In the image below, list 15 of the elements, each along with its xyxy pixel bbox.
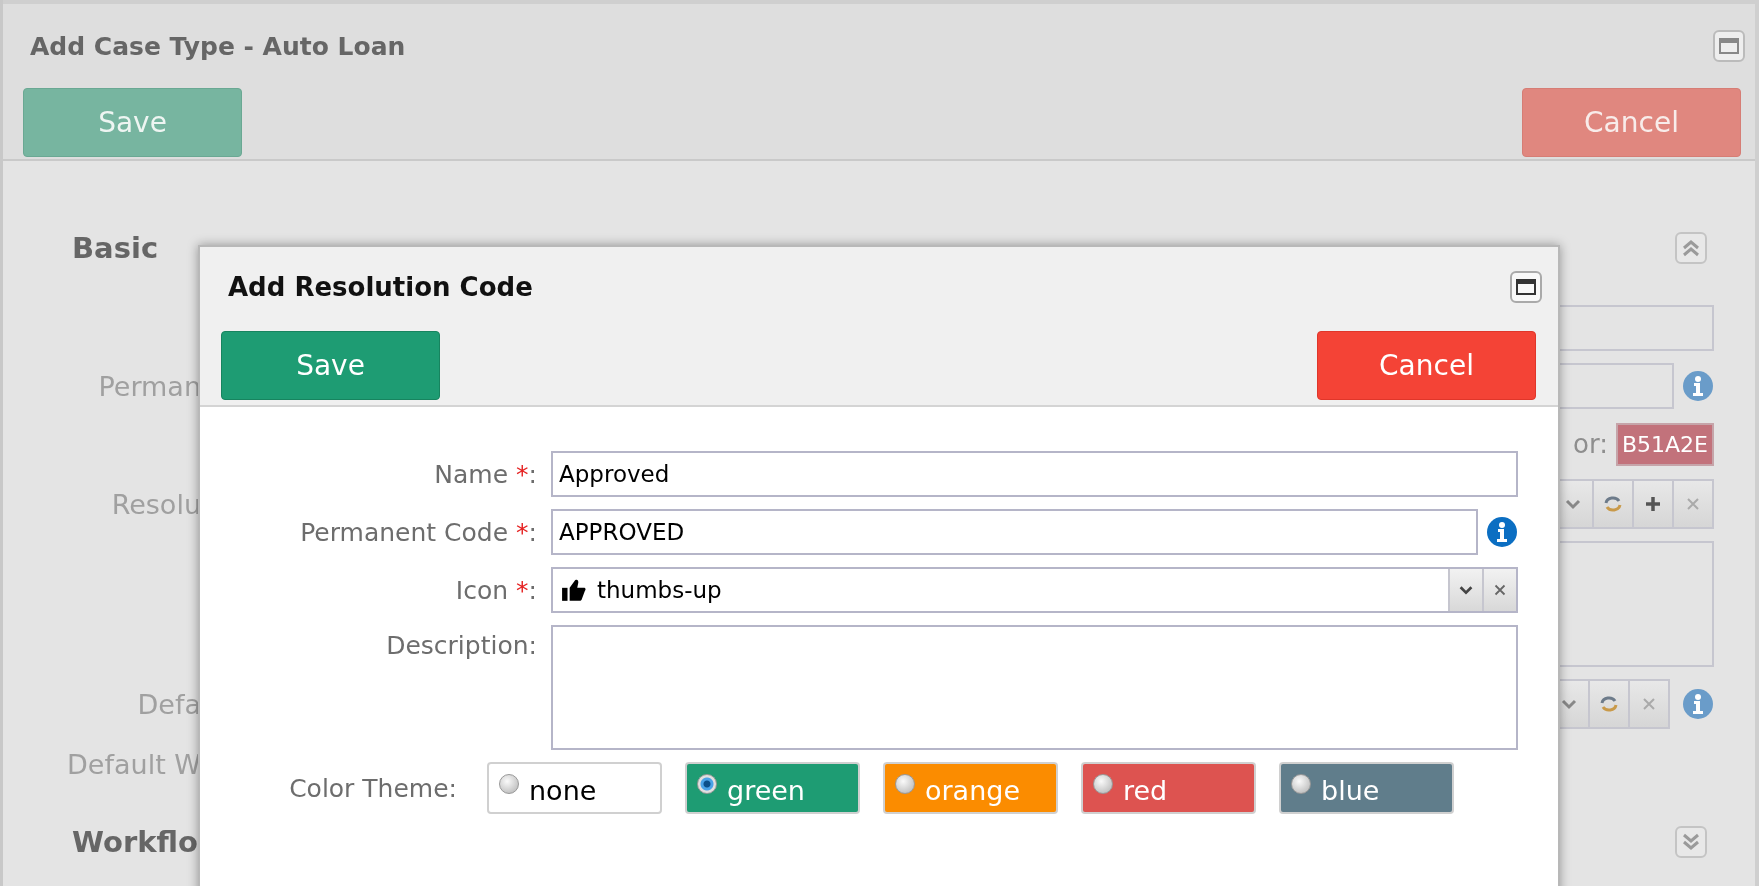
field-label: Defa xyxy=(137,688,201,720)
selected-value: thumbs-up xyxy=(597,577,723,603)
section-title: Basic xyxy=(72,231,159,265)
field-label: Icon *: xyxy=(454,575,538,605)
field-label: Name *: xyxy=(433,459,538,489)
field-label: Description: xyxy=(385,630,538,660)
field-label: Resolu xyxy=(111,488,201,520)
field-label: Default W xyxy=(67,748,201,780)
page-title: Add Case Type - Auto Loan xyxy=(30,31,406,61)
dialog-title: Add Resolution Code xyxy=(228,272,533,302)
section-title: Workflo xyxy=(72,825,198,859)
field-label: Permanent Code *: xyxy=(299,517,538,547)
field-label: Color Theme: xyxy=(288,773,458,803)
field-label: or: xyxy=(1573,429,1608,459)
field-label: Perman xyxy=(98,370,201,402)
